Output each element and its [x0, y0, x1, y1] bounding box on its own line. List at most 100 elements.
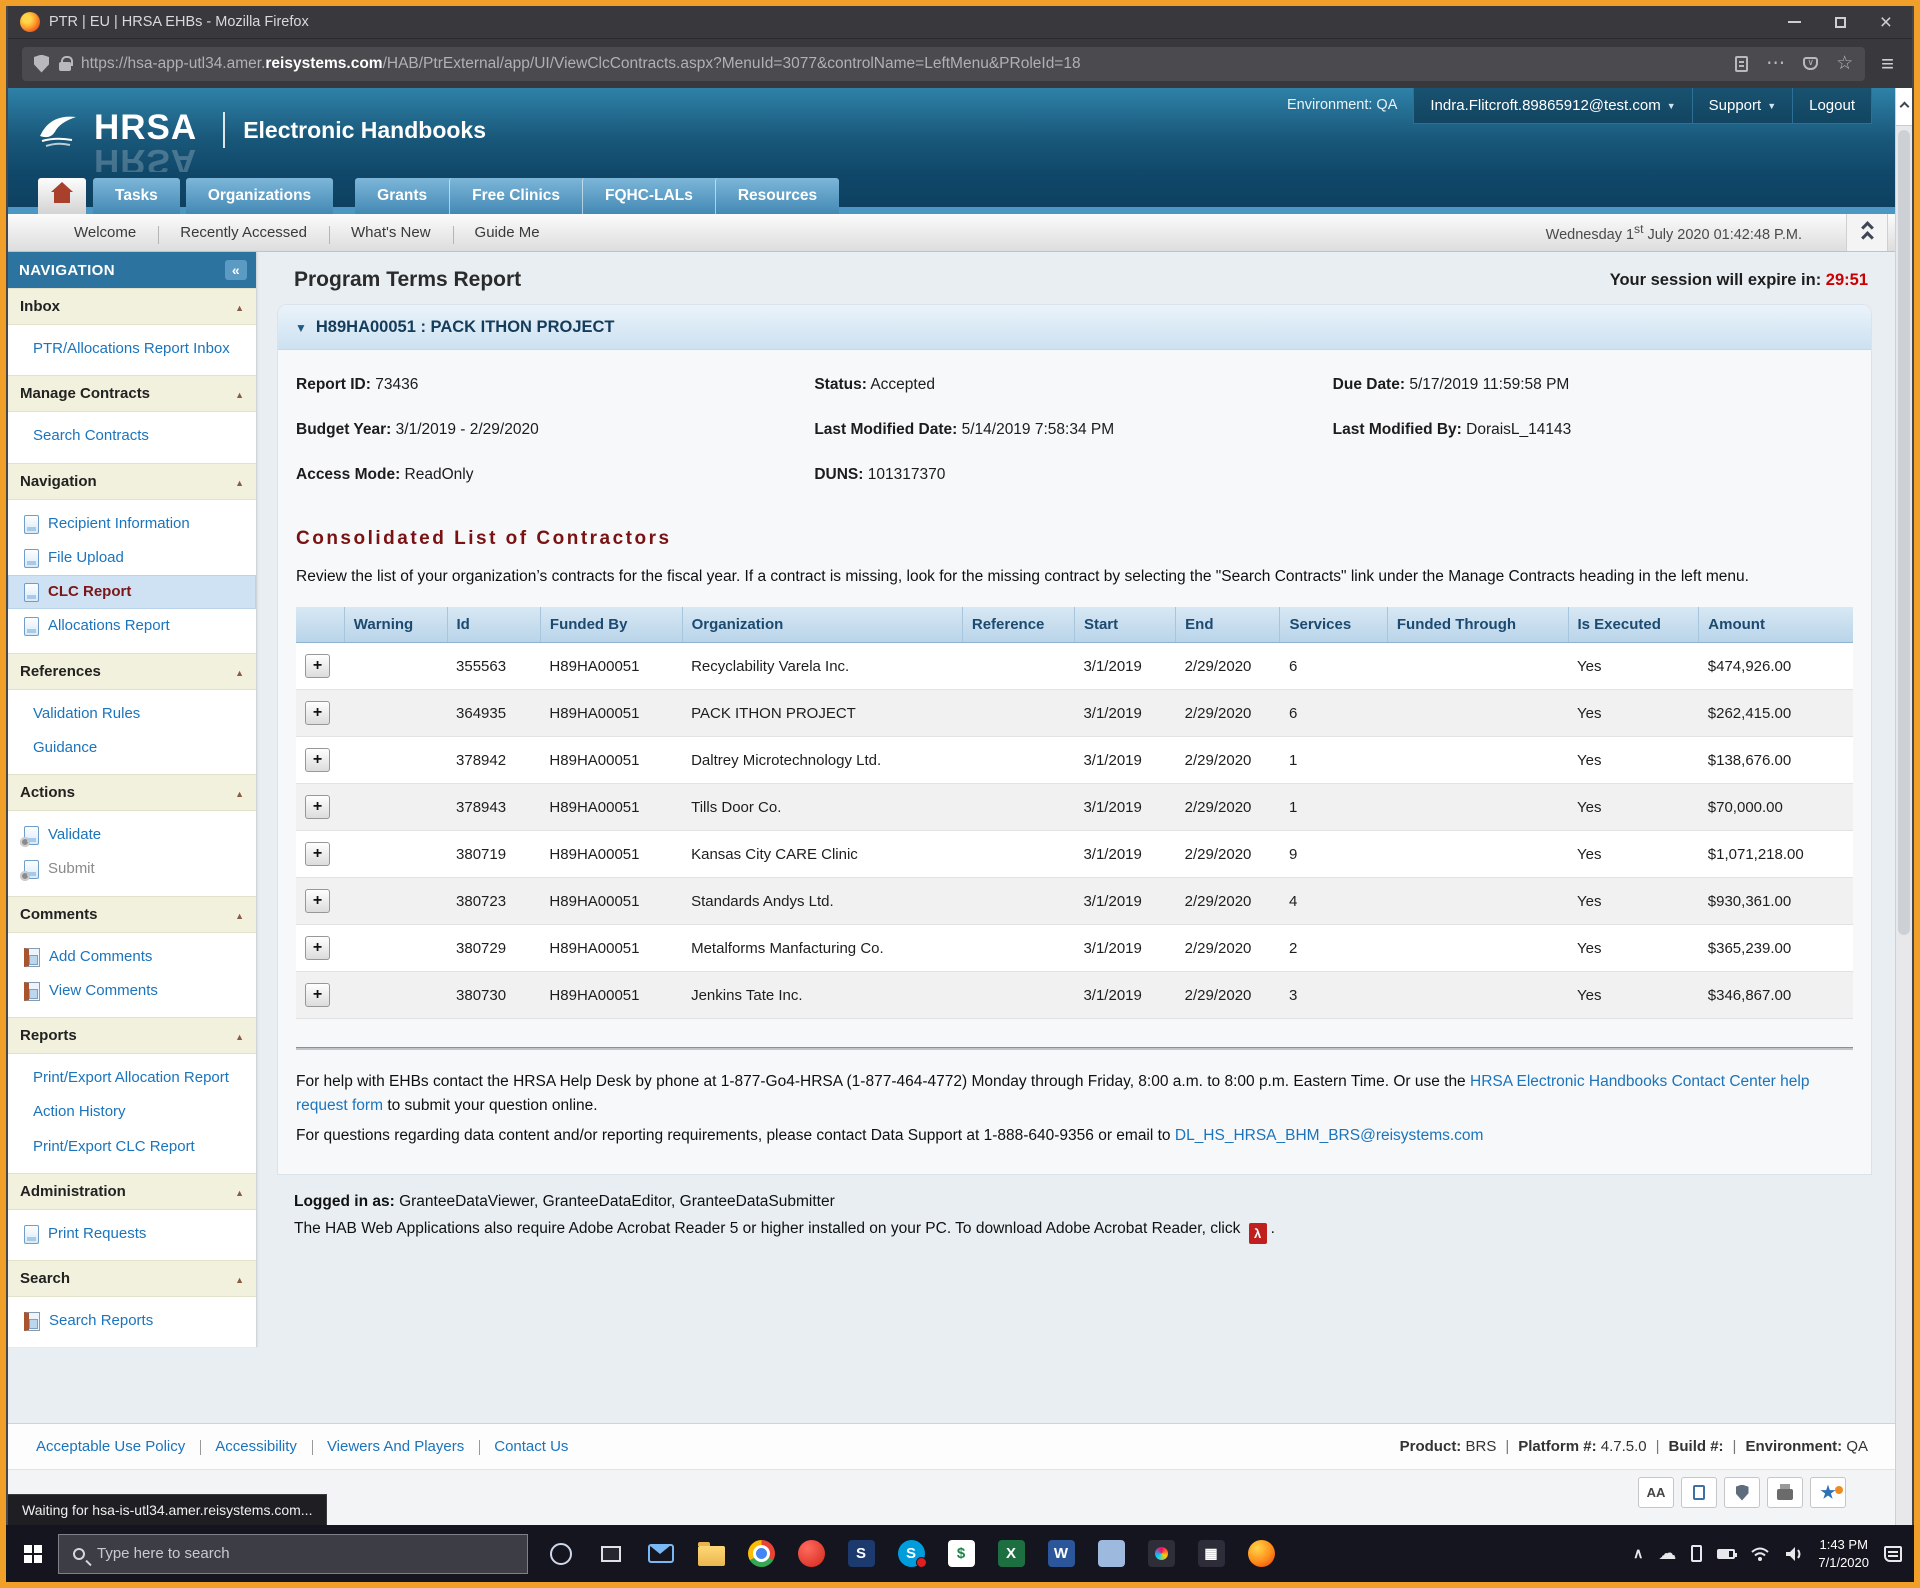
- link-label[interactable]: Action History: [33, 1102, 126, 1122]
- expand-row-button[interactable]: +: [305, 842, 330, 866]
- scroll-up-button[interactable]: [1896, 88, 1912, 126]
- reader-mode-icon[interactable]: [1735, 56, 1748, 72]
- tab-tasks[interactable]: Tasks: [93, 178, 180, 214]
- print-button[interactable]: [1767, 1477, 1803, 1508]
- taskbar-app-firefox[interactable]: [1236, 1529, 1286, 1579]
- section-search[interactable]: Search: [8, 1260, 256, 1297]
- taskbar-clock[interactable]: 1:43 PM7/1/2020: [1818, 1536, 1869, 1571]
- tab-home[interactable]: [38, 178, 86, 214]
- sidebar-item-search-reports[interactable]: Search Reports: [8, 1304, 256, 1338]
- link-label[interactable]: Validation Rules: [33, 704, 140, 724]
- close-button[interactable]: [1880, 12, 1892, 33]
- sidebar-item-validation-rules[interactable]: Validation Rules: [8, 697, 256, 731]
- collapse-header-button[interactable]: [1846, 214, 1888, 251]
- link-label[interactable]: Print/Export CLC Report: [33, 1137, 195, 1157]
- taskbar-app-green[interactable]: $: [936, 1529, 986, 1579]
- reader-panel-button[interactable]: [1681, 1477, 1717, 1508]
- sidebar-item-add-comments[interactable]: Add Comments: [8, 940, 256, 974]
- subnav-recently-accessed[interactable]: Recently Accessed: [158, 224, 329, 241]
- maximize-button[interactable]: [1835, 17, 1846, 28]
- sidebar-item-allocations-report[interactable]: Allocations Report: [8, 609, 256, 643]
- grant-header[interactable]: H89HA00051 : PACK ITHON PROJECT: [278, 305, 1871, 350]
- link-label[interactable]: Guidance: [33, 738, 97, 758]
- lock-icon[interactable]: [59, 62, 71, 71]
- logout-button[interactable]: Logout: [1792, 88, 1871, 123]
- link-label[interactable]: View Comments: [49, 981, 158, 1001]
- action-center-icon[interactable]: [1884, 1546, 1902, 1562]
- taskbar-app-mail[interactable]: [636, 1529, 686, 1579]
- start-button[interactable]: [8, 1529, 58, 1579]
- taskbar-app-navy-s[interactable]: S: [836, 1529, 886, 1579]
- section-inbox[interactable]: Inbox: [8, 288, 256, 325]
- sidebar-item-guidance[interactable]: Guidance: [8, 731, 256, 765]
- tab-free-clinics[interactable]: Free Clinics: [449, 178, 582, 214]
- sidebar-collapse-button[interactable]: [225, 260, 247, 280]
- sidebar-item-view-comments[interactable]: View Comments: [8, 974, 256, 1008]
- url-field[interactable]: https://hsa-app-utl34.amer.reisystems.co…: [22, 47, 1865, 81]
- footer-link-contact-us[interactable]: Contact Us: [479, 1438, 583, 1455]
- expand-row-button[interactable]: +: [305, 654, 330, 678]
- footer-link-viewers-and-players[interactable]: Viewers And Players: [312, 1438, 479, 1455]
- link-label[interactable]: Print Requests: [48, 1224, 146, 1244]
- link-label[interactable]: PTR/Allocations Report Inbox: [33, 339, 230, 359]
- scrollbar-thumb[interactable]: [1898, 130, 1910, 935]
- taskbar-app-blue[interactable]: [1086, 1529, 1136, 1579]
- link-label[interactable]: Validate: [48, 825, 101, 845]
- onedrive-cloud-icon[interactable]: [1658, 1543, 1676, 1564]
- link-label[interactable]: Allocations Report: [48, 616, 170, 636]
- tracking-protection-shield-icon[interactable]: [34, 55, 49, 73]
- section-comments[interactable]: Comments: [8, 896, 256, 933]
- text-size-button[interactable]: AA: [1638, 1477, 1674, 1508]
- sidebar-item-clc-report[interactable]: CLC Report: [8, 575, 256, 609]
- sidebar-item-print-export-allocation-report[interactable]: Print/Export Allocation Report: [8, 1061, 256, 1095]
- sidebar-item-action-history[interactable]: Action History: [8, 1095, 256, 1129]
- minimize-button[interactable]: [1788, 21, 1801, 23]
- support-menu[interactable]: Support: [1692, 88, 1792, 123]
- tab-grants[interactable]: Grants: [355, 178, 449, 214]
- taskbar-app-chrome[interactable]: [736, 1529, 786, 1579]
- section-administration[interactable]: Administration: [8, 1173, 256, 1210]
- section-actions[interactable]: Actions: [8, 774, 256, 811]
- section-references[interactable]: References: [8, 653, 256, 690]
- volume-icon[interactable]: [1785, 1546, 1803, 1562]
- menu-icon[interactable]: [1877, 51, 1898, 77]
- expand-row-button[interactable]: +: [305, 795, 330, 819]
- expand-row-button[interactable]: +: [305, 701, 330, 725]
- expand-row-button[interactable]: +: [305, 936, 330, 960]
- tab-resources[interactable]: Resources: [715, 178, 839, 214]
- link-label[interactable]: Submit: [48, 859, 95, 879]
- tab-organizations[interactable]: Organizations: [186, 178, 333, 214]
- pocket-icon[interactable]: [1803, 57, 1818, 70]
- footer-link-acceptable-use-policy[interactable]: Acceptable Use Policy: [36, 1438, 200, 1455]
- subnav-whats-new[interactable]: What's New: [329, 224, 453, 241]
- tab-fqhc-lals[interactable]: FQHC-LALs: [582, 178, 715, 214]
- subnav-welcome[interactable]: Welcome: [52, 224, 158, 241]
- section-reports[interactable]: Reports: [8, 1017, 256, 1054]
- link-label[interactable]: Print/Export Allocation Report: [33, 1068, 229, 1088]
- taskbar-search-input[interactable]: Type here to search: [58, 1534, 528, 1574]
- expand-row-button[interactable]: +: [305, 983, 330, 1007]
- taskbar-app-word[interactable]: W: [1036, 1529, 1086, 1579]
- sidebar-item-file-upload[interactable]: File Upload: [8, 541, 256, 575]
- cortana-button[interactable]: [536, 1529, 586, 1579]
- sidebar-item-print-requests[interactable]: Print Requests: [8, 1217, 256, 1251]
- battery-icon[interactable]: [1717, 1549, 1735, 1559]
- subnav-guide-me[interactable]: Guide Me: [453, 224, 562, 241]
- section-manage-contracts[interactable]: Manage Contracts: [8, 375, 256, 412]
- link-label[interactable]: CLC Report: [48, 582, 131, 602]
- taskbar-app-excel[interactable]: X: [986, 1529, 1036, 1579]
- sidebar-item-search-contracts[interactable]: Search Contracts: [8, 419, 256, 453]
- tray-expand-icon[interactable]: [1633, 1545, 1643, 1563]
- sidebar-item-ptr-allocations-report-inbox[interactable]: PTR/Allocations Report Inbox: [8, 332, 256, 366]
- network-wifi-icon[interactable]: [1750, 1546, 1770, 1562]
- page-actions-icon[interactable]: [1766, 52, 1785, 75]
- user-menu[interactable]: Indra.Flitcroft.89865912@test.com: [1414, 88, 1691, 123]
- sidebar-item-print-export-clc-report[interactable]: Print/Export CLC Report: [8, 1130, 256, 1164]
- privacy-shield-button[interactable]: [1724, 1477, 1760, 1508]
- link-label[interactable]: Add Comments: [49, 947, 152, 967]
- sidebar-item-submit[interactable]: Submit: [8, 852, 256, 886]
- taskbar-app-skype[interactable]: S: [886, 1529, 936, 1579]
- taskbar-app-file-explorer[interactable]: [686, 1529, 736, 1579]
- device-icon[interactable]: [1691, 1545, 1702, 1562]
- footer-link-accessibility[interactable]: Accessibility: [200, 1438, 312, 1455]
